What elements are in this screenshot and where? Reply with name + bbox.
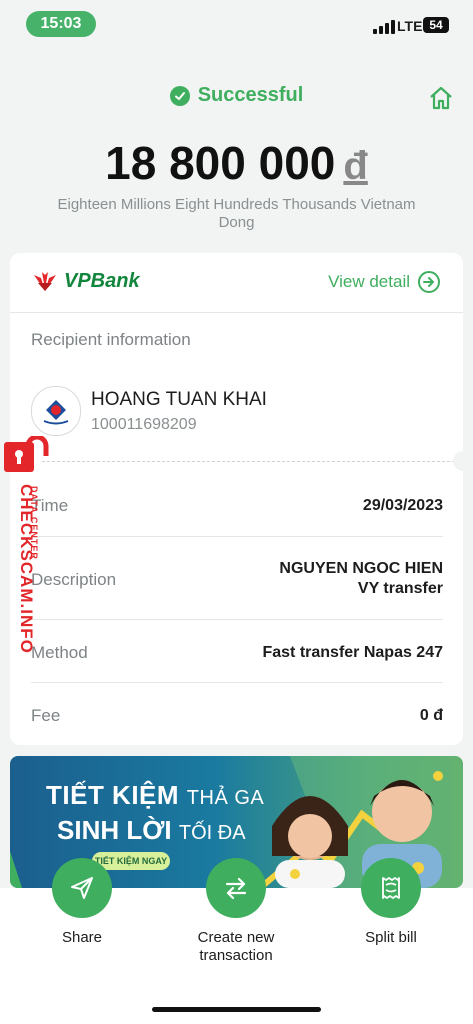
currency-symbol: đ: [343, 144, 368, 188]
arrow-right-circle-icon: [418, 271, 440, 293]
split-bill-button[interactable]: [361, 858, 421, 918]
view-detail-link[interactable]: View detail: [328, 271, 440, 293]
banner-line2: SINH LỜI TỐI ĐA: [57, 815, 246, 846]
divider: [10, 312, 463, 313]
battery-icon: 54: [423, 17, 449, 33]
amount-in-words: Eighteen Millions Eight Hundreds Thousan…: [57, 196, 416, 231]
dashed-separator: [42, 461, 455, 462]
watermark-sub: DATA CENTER: [29, 486, 39, 560]
vpbank-flower-icon: [34, 272, 56, 291]
method-label: Method: [31, 643, 88, 662]
divider: [31, 536, 443, 537]
banner-line1-big: TIẾT KIỆM: [46, 780, 180, 810]
bank-name: VPBank: [64, 269, 140, 292]
banner-line1: TIẾT KIỆM THẢ GA: [46, 780, 264, 811]
method-value: Fast transfer Napas 247: [262, 644, 443, 661]
home-icon[interactable]: [428, 85, 454, 116]
status-text: Successful: [197, 84, 304, 106]
description-label: Description: [31, 570, 117, 589]
share-button[interactable]: [52, 858, 112, 918]
recipient-label: Recipient information: [31, 330, 191, 349]
description-value: NGUYEN NGOC HIEN VY transfer: [279, 559, 443, 599]
time-value: 29/03/2023: [362, 497, 443, 514]
recipient-name: HOANG TUAN KHAI: [91, 389, 267, 410]
bank-logo-icon: [43, 400, 69, 425]
network-label: LTE: [397, 18, 423, 34]
fee-label: Fee: [31, 706, 61, 725]
swap-arrows-icon: [225, 877, 247, 900]
watermark-lock-icon: [2, 434, 49, 476]
create-transaction-button[interactable]: [206, 858, 266, 918]
banner-line2-small: TỐI ĐA: [178, 822, 246, 844]
recipient-account: 100011698209: [91, 416, 197, 433]
fee-value: 0 đ: [419, 707, 443, 724]
divider: [31, 682, 443, 683]
view-detail-label: View detail: [328, 272, 410, 291]
description-line2: VY transfer: [357, 580, 443, 597]
recipient-bank-avatar: [31, 386, 81, 436]
amount: 18 800 000 đ: [0, 136, 473, 190]
description-line1: NGUYEN NGOC HIEN: [279, 560, 443, 577]
create-transaction-label: Create new transaction: [176, 929, 296, 965]
create-transaction-line2: transaction: [199, 947, 273, 964]
receipt-icon: [382, 877, 400, 899]
share-label: Share: [61, 929, 103, 946]
bank-logo: VPBank: [30, 269, 140, 293]
banner-line1-small: THẢ GA: [186, 787, 265, 809]
transaction-status: Successful: [0, 84, 473, 107]
home-indicator: [152, 1007, 321, 1012]
banner-line2-big: SINH LỜI: [57, 815, 172, 845]
split-bill-label: Split bill: [365, 929, 417, 946]
amount-value: 18 800 000: [105, 137, 336, 189]
create-transaction-line1: Create new: [197, 929, 275, 946]
send-icon: [71, 877, 93, 899]
success-check-icon: [169, 85, 190, 106]
signal-icon: [373, 20, 395, 34]
divider: [31, 619, 443, 620]
status-time: 15:03: [26, 11, 96, 37]
card-notch: [453, 451, 473, 471]
